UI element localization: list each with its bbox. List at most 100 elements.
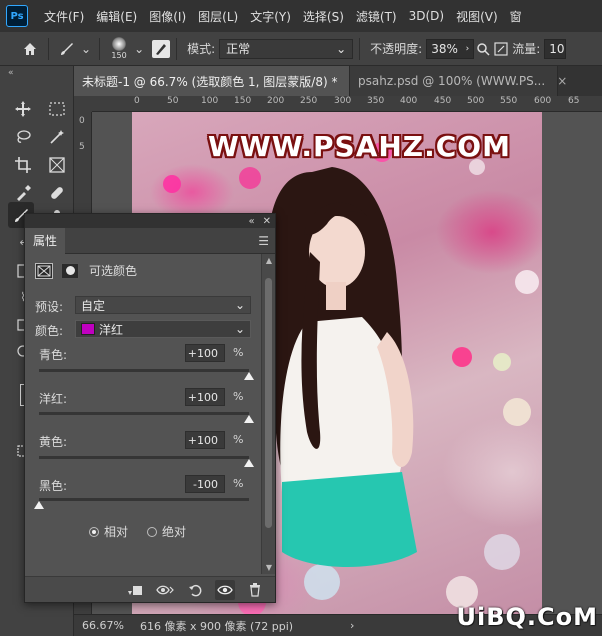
ruler-label: 100	[201, 96, 219, 106]
close-icon[interactable]: ✕	[263, 216, 271, 227]
adjustment-header: 可选颜色	[35, 262, 137, 279]
move-tool-icon[interactable]	[10, 96, 36, 122]
scroll-up-icon[interactable]: ▲	[262, 256, 276, 265]
frame-tool-icon[interactable]	[44, 152, 70, 178]
slider-track[interactable]	[39, 498, 249, 501]
brush-size-picker[interactable]: 150	[106, 37, 132, 60]
slider-track[interactable]	[39, 456, 249, 459]
slider-handle[interactable]	[244, 372, 254, 380]
healing-brush-tool-icon[interactable]	[44, 180, 70, 206]
menu-type[interactable]: 文字(Y)	[244, 8, 297, 25]
color-swatch	[81, 323, 95, 335]
tab-psahz[interactable]: psahz.psd @ 100% (WWW.PS... ×	[350, 66, 567, 96]
slider-handle[interactable]	[34, 501, 44, 509]
magenta-value-input[interactable]: +100	[185, 388, 225, 406]
ruler-label: 0	[134, 96, 140, 106]
slider-handle[interactable]	[244, 459, 254, 467]
clip-to-layer-icon[interactable]	[125, 580, 145, 600]
collapse-icon[interactable]: «	[8, 68, 14, 78]
menu-select[interactable]: 选择(S)	[297, 8, 350, 25]
radio-indicator	[89, 526, 99, 537]
menu-3d[interactable]: 3D(D)	[403, 9, 450, 23]
menu-image[interactable]: 图像(I)	[143, 8, 192, 25]
scroll-down-icon[interactable]: ▼	[262, 563, 276, 572]
visibility-eye-icon[interactable]	[215, 579, 235, 600]
menu-filter[interactable]: 滤镜(T)	[350, 8, 403, 25]
black-value-input[interactable]: -100	[185, 475, 225, 493]
colors-value: 洋红	[99, 322, 124, 337]
menu-edit[interactable]: 编辑(E)	[90, 8, 143, 25]
brush-tool-preset-icon[interactable]	[55, 37, 79, 61]
ruler-label: 350	[367, 96, 385, 106]
collapse-icon[interactable]: «	[248, 216, 254, 227]
status-arrow-icon[interactable]: ›	[350, 619, 354, 632]
cyan-value-input[interactable]: +100	[185, 344, 225, 362]
colors-label: 颜色:	[35, 324, 64, 338]
radio-absolute[interactable]: 绝对	[147, 523, 186, 540]
document-size-info[interactable]: 616 像素 x 900 像素 (72 ppi)	[140, 618, 310, 634]
preset-label: 预设:	[35, 300, 64, 314]
ruler-label: 5	[79, 142, 85, 152]
lasso-tool-icon[interactable]	[10, 124, 36, 150]
preset-value: 自定	[81, 298, 106, 313]
tab-title: psahz.psd @ 100% (WWW.PS...	[358, 74, 546, 88]
adjustment-title: 可选颜色	[89, 264, 138, 278]
brush-settings-icon[interactable]	[152, 39, 171, 58]
colors-select[interactable]: 洋红 ⌄	[75, 320, 251, 338]
slider-handle[interactable]	[244, 415, 254, 423]
menu-file[interactable]: 文件(F)	[38, 8, 90, 25]
trash-icon[interactable]	[245, 580, 265, 600]
tab-title: 未标题-1 @ 66.7% (选取颜色 1, 图层蒙版/8) *	[82, 74, 338, 89]
flow-value: 10	[549, 41, 565, 56]
horizontal-ruler: 0 50 100 150 200 250 300 350 400 450 500…	[92, 96, 602, 112]
home-icon[interactable]	[18, 37, 42, 61]
opacity-input[interactable]: 38% ›	[426, 38, 475, 59]
ruler-label: 65	[568, 96, 580, 106]
menu-view[interactable]: 视图(V)	[450, 8, 504, 25]
preset-select[interactable]: 自定 ⌄	[75, 296, 251, 314]
flow-input[interactable]: 10	[544, 38, 567, 59]
marquee-tool-icon[interactable]	[44, 96, 70, 122]
close-icon[interactable]: ×	[557, 74, 567, 88]
ruler-label: 150	[234, 96, 252, 106]
mode-label: 模式:	[187, 42, 216, 56]
separator	[176, 37, 178, 60]
chevron-down-icon[interactable]: ⌄	[81, 42, 91, 56]
slider-track[interactable]	[39, 412, 249, 415]
magic-wand-tool-icon[interactable]	[44, 124, 70, 150]
scrollbar-thumb[interactable]	[265, 278, 272, 528]
menu-bar: Ps 文件(F) 编辑(E) 图像(I) 图层(L) 文字(Y) 选择(S) 滤…	[0, 0, 602, 32]
panel-titlebar[interactable]: « ✕	[25, 214, 275, 228]
panel-scrollbar[interactable]: ▲ ▼	[261, 254, 275, 574]
radio-indicator	[147, 526, 157, 537]
tab-untitled-1[interactable]: 未标题-1 @ 66.7% (选取颜色 1, 图层蒙版/8) * ×	[74, 66, 360, 96]
separator	[48, 37, 49, 60]
airbrush-icon[interactable]	[492, 37, 510, 61]
crop-tool-icon[interactable]	[10, 152, 36, 178]
radio-label: 相对	[104, 525, 129, 539]
zoom-level[interactable]: 66.67%	[74, 619, 130, 632]
panel-menu-icon[interactable]: ☰	[258, 234, 269, 248]
pressure-opacity-icon[interactable]	[474, 37, 492, 61]
layer-mask-icon[interactable]	[61, 262, 79, 279]
brush-tip-icon	[112, 37, 127, 51]
separator	[359, 37, 361, 60]
chevron-down-icon: ⌄	[234, 322, 245, 336]
view-previous-state-icon[interactable]	[155, 580, 175, 600]
chevron-down-icon: ⌄	[234, 298, 245, 312]
percent-unit: %	[233, 477, 244, 490]
slider-track[interactable]	[39, 369, 249, 372]
yellow-value-input[interactable]: +100	[185, 431, 225, 449]
radio-relative[interactable]: 相对	[89, 523, 128, 540]
ruler-label: 450	[434, 96, 452, 106]
blend-mode-select[interactable]: 正常 ⌄	[219, 38, 354, 59]
chevron-down-icon[interactable]: ⌄	[134, 42, 144, 56]
tab-properties[interactable]: 属性	[25, 227, 66, 254]
menu-layer[interactable]: 图层(L)	[192, 8, 244, 25]
chevron-right-icon: ›	[465, 43, 470, 54]
percent-unit: %	[233, 346, 244, 359]
reset-icon[interactable]	[185, 580, 205, 600]
percent-unit: %	[233, 390, 244, 403]
corner-watermark: UiBQ.CoM	[456, 603, 598, 631]
menu-window[interactable]: 窗	[504, 8, 528, 25]
